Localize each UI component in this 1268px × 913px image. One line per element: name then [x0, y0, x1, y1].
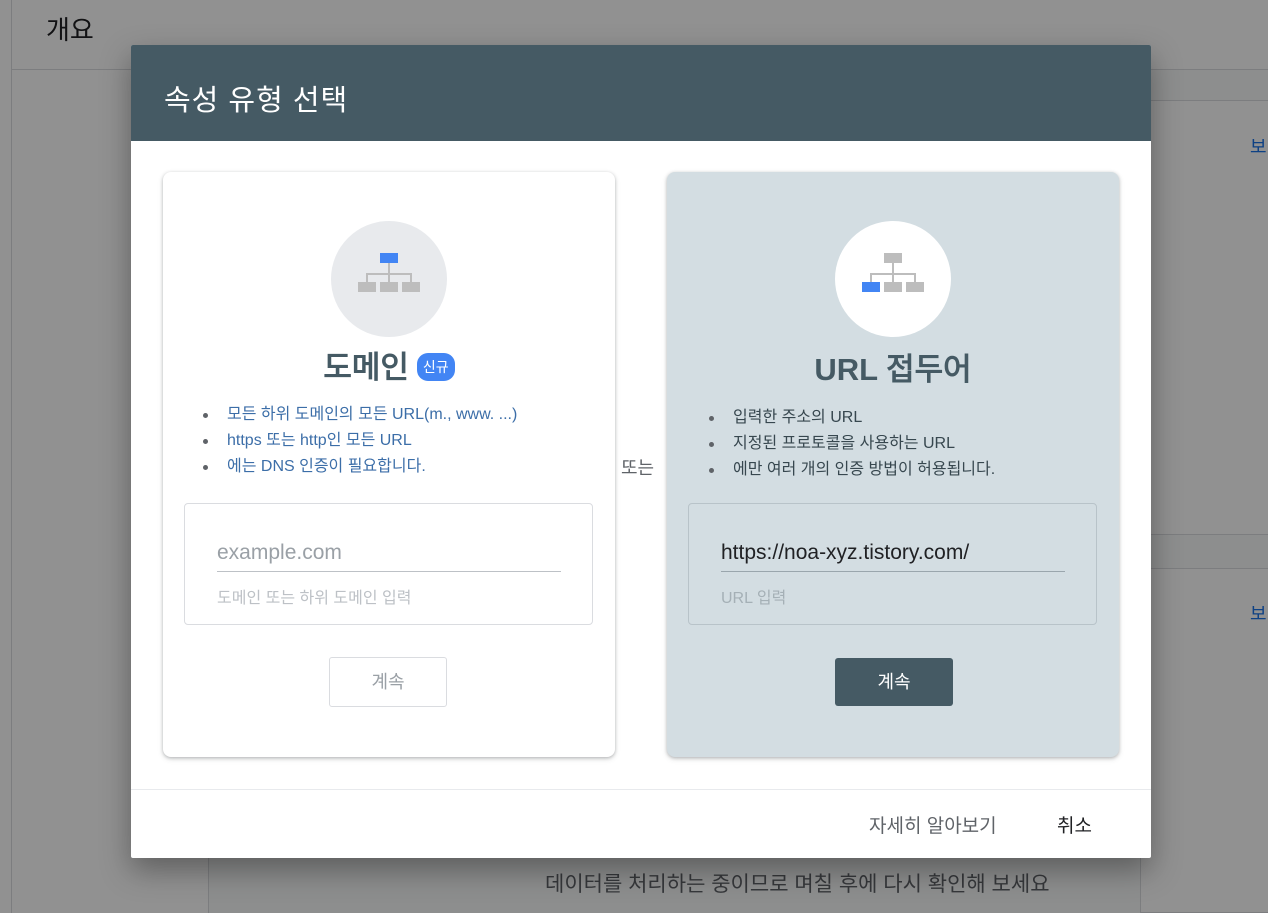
list-item: 모든 하위 도메인의 모든 URL(m., www. ...): [201, 402, 517, 428]
list-item: 에는 DNS 인증이 필요합니다.: [201, 454, 517, 480]
sitemap-icon: [862, 253, 924, 292]
domain-option-card[interactable]: 도메인 신규 모든 하위 도메인의 모든 URL(m., www. ...) ht…: [163, 172, 615, 757]
domain-bullets: 모든 하위 도메인의 모든 URL(m., www. ...) https 또는…: [201, 402, 517, 480]
footer-divider: [131, 789, 1151, 790]
url-input[interactable]: [721, 535, 1065, 572]
domain-input-box: 도메인 또는 하위 도메인 입력: [184, 503, 593, 625]
url-prefix-icon-circle: [835, 221, 951, 337]
domain-input[interactable]: [217, 535, 561, 572]
url-input-box: URL 입력: [688, 503, 1097, 625]
or-separator: 또는: [621, 458, 655, 478]
url-prefix-option-card[interactable]: URL 접두어 입력한 주소의 URL 지정된 프로토콜을 사용하는 URL 에…: [667, 172, 1119, 757]
list-item: https 또는 http인 모든 URL: [201, 428, 517, 454]
list-item: 에만 여러 개의 인증 방법이 허용됩니다.: [707, 457, 995, 483]
domain-title-text: 도메인: [323, 350, 409, 385]
domain-input-hint: 도메인 또는 하위 도메인 입력: [217, 590, 412, 607]
domain-title: 도메인 신규: [163, 342, 615, 387]
sitemap-icon: [358, 253, 420, 292]
learn-more-link[interactable]: 자세히 알아보기: [869, 811, 997, 838]
url-prefix-continue-button[interactable]: 계속: [835, 658, 953, 706]
property-type-dialog: 속성 유형 선택 도메인 신규 모든 하위 도메인의 모든 URL(m., www…: [131, 45, 1151, 858]
cancel-button[interactable]: 취소: [1057, 811, 1092, 838]
url-prefix-bullets: 입력한 주소의 URL 지정된 프로토콜을 사용하는 URL 에만 여러 개의 …: [707, 405, 995, 483]
dialog-header: 속성 유형 선택: [131, 45, 1151, 141]
domain-continue-button[interactable]: 계속: [329, 657, 447, 707]
domain-icon-circle: [331, 221, 447, 337]
url-input-hint: URL 입력: [721, 590, 787, 607]
dialog-title: 속성 유형 선택: [164, 85, 349, 117]
new-badge: 신규: [416, 352, 455, 381]
list-item: 지정된 프로토콜을 사용하는 URL: [707, 431, 995, 457]
list-item: 입력한 주소의 URL: [707, 405, 995, 431]
url-prefix-title: URL 접두어: [814, 352, 972, 387]
